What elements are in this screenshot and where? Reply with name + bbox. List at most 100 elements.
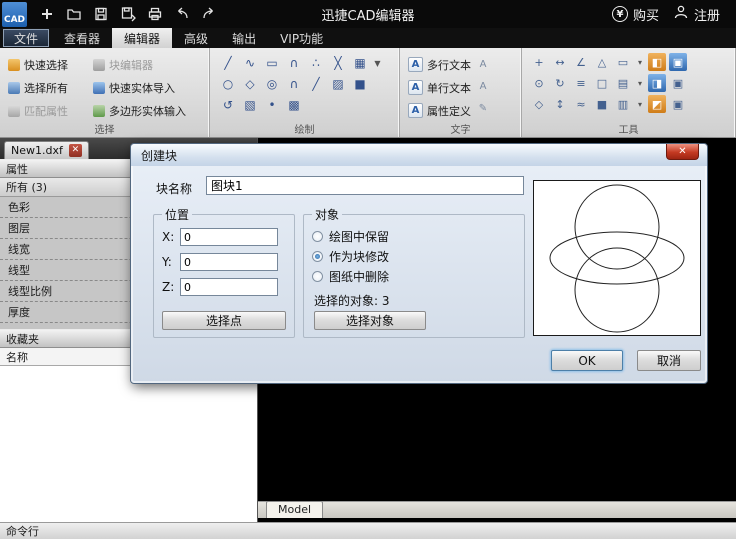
- menubar: 文件 查看器 编辑器 高级 输出 VIP功能: [0, 28, 736, 48]
- multiline-text-button[interactable]: A 多行文本: [408, 53, 471, 76]
- image-icon[interactable]: ▩: [284, 95, 304, 115]
- tool-icon[interactable]: ⊙: [530, 74, 548, 92]
- rectangle-icon[interactable]: ▭: [262, 53, 282, 73]
- singleline-text-icon: A: [408, 80, 423, 95]
- tool-icon[interactable]: ◇: [530, 95, 548, 113]
- tool-colored-icon[interactable]: ◧: [648, 53, 666, 71]
- menu-tab-viewer[interactable]: 查看器: [52, 28, 112, 48]
- tool-icon[interactable]: ▥: [614, 95, 632, 113]
- polygon-entity-input-button[interactable]: 多边形实体输入: [93, 103, 203, 119]
- model-tab[interactable]: Model: [266, 501, 323, 518]
- z-input[interactable]: [180, 278, 278, 296]
- print-button[interactable]: [143, 2, 167, 26]
- new-file-button[interactable]: [35, 2, 59, 26]
- gradient-icon[interactable]: ▧: [240, 95, 260, 115]
- spline-icon[interactable]: ∿: [240, 53, 260, 73]
- radio-convert-to-block[interactable]: 作为块修改: [312, 248, 516, 265]
- dialog-titlebar[interactable]: 创建块 ✕: [131, 144, 707, 166]
- tool-icon[interactable]: ■: [593, 95, 611, 113]
- register-button[interactable]: 注册: [673, 4, 720, 24]
- line-icon[interactable]: ╱: [218, 53, 238, 73]
- ray-icon[interactable]: ╱: [306, 74, 326, 94]
- tool-dropdown-icon[interactable]: ▾: [635, 74, 645, 92]
- menu-tab-editor[interactable]: 编辑器: [112, 28, 172, 48]
- block-editor-button[interactable]: 块编辑器: [93, 57, 203, 73]
- ok-button[interactable]: OK: [551, 350, 623, 371]
- block-name-input[interactable]: [206, 176, 524, 195]
- radio-selected-icon: [312, 251, 323, 262]
- point-icon[interactable]: ∴: [306, 53, 326, 73]
- tab-close-icon[interactable]: ✕: [69, 144, 82, 157]
- menu-tab-vip[interactable]: VIP功能: [268, 28, 335, 48]
- x-input[interactable]: [180, 228, 278, 246]
- arc-icon[interactable]: ∩: [284, 53, 304, 73]
- menu-tab-output[interactable]: 输出: [220, 28, 268, 48]
- region-icon[interactable]: ■: [350, 74, 370, 94]
- arc-3point-icon[interactable]: ∩: [284, 74, 304, 94]
- tool-icon[interactable]: □: [593, 74, 611, 92]
- donut-icon[interactable]: ◎: [262, 74, 282, 94]
- hatch-icon[interactable]: ▦: [350, 53, 370, 73]
- revision-cloud-icon[interactable]: ↺: [218, 95, 238, 115]
- tool-colored-icon[interactable]: ▣: [669, 53, 687, 71]
- select-all-button[interactable]: 选择所有: [8, 80, 85, 96]
- tool-colored-icon[interactable]: ◨: [648, 74, 666, 92]
- command-line[interactable]: 命令行: [0, 522, 736, 539]
- radio-keep-in-drawing[interactable]: 绘图中保留: [312, 228, 516, 245]
- text-style-icon[interactable]: A: [475, 56, 491, 72]
- save-button[interactable]: [89, 2, 113, 26]
- quick-entity-import-button[interactable]: 快速实体导入: [93, 80, 203, 96]
- text-scale-icon[interactable]: A: [475, 78, 491, 94]
- tool-icon[interactable]: ▣: [669, 95, 687, 113]
- quick-select-button[interactable]: 快速选择: [8, 57, 85, 73]
- draw-more-dropdown-icon[interactable]: ▼: [372, 53, 383, 73]
- selected-objects-count: 选择的对象: 3: [314, 292, 516, 309]
- position-group: 位置 X: Y: Z: 选择点: [153, 206, 295, 338]
- pick-point-button[interactable]: 选择点: [162, 311, 286, 330]
- tool-icon[interactable]: ↻: [551, 74, 569, 92]
- dialog-close-button[interactable]: ✕: [666, 144, 699, 160]
- construction-line-icon[interactable]: ╳: [328, 53, 348, 73]
- tool-icon[interactable]: △: [593, 53, 611, 71]
- save-as-button[interactable]: [116, 2, 140, 26]
- open-file-button[interactable]: [62, 2, 86, 26]
- tool-icon[interactable]: ∠: [572, 53, 590, 71]
- radio-delete-from-drawing[interactable]: 图纸中删除: [312, 268, 516, 285]
- preview-drawing: [534, 181, 700, 335]
- tool-icon[interactable]: +: [530, 53, 548, 71]
- redo-icon: [201, 6, 217, 22]
- tool-icon[interactable]: ▤: [614, 74, 632, 92]
- tool-icon[interactable]: ≈: [572, 95, 590, 113]
- select-all-icon: [8, 82, 20, 94]
- favorites-list[interactable]: [0, 366, 257, 522]
- buy-button[interactable]: ¥ 购买: [612, 5, 659, 24]
- cancel-button[interactable]: 取消: [637, 350, 701, 371]
- singleline-text-button[interactable]: A 单行文本: [408, 76, 471, 99]
- tool-icon[interactable]: ≡: [572, 74, 590, 92]
- quick-select-icon: [8, 59, 20, 71]
- tool-icon[interactable]: ▭: [614, 53, 632, 71]
- tool-icon[interactable]: ▣: [669, 74, 687, 92]
- attribute-define-button[interactable]: A 属性定义: [408, 99, 471, 122]
- tool-dropdown-icon[interactable]: ▾: [635, 95, 645, 113]
- undo-button[interactable]: [170, 2, 194, 26]
- match-properties-button[interactable]: 匹配属性: [8, 103, 85, 119]
- register-label: 注册: [694, 5, 720, 24]
- tool-dropdown-icon[interactable]: ▾: [635, 53, 645, 71]
- menu-tab-advanced[interactable]: 高级: [172, 28, 220, 48]
- edit-text-icon[interactable]: ✎: [475, 100, 491, 116]
- y-input[interactable]: [180, 253, 278, 271]
- hatch-pattern-icon[interactable]: ▨: [328, 74, 348, 94]
- select-objects-button[interactable]: 选择对象: [314, 311, 426, 330]
- document-tab[interactable]: New1.dxf ✕: [4, 141, 89, 159]
- polygon-icon[interactable]: ◇: [240, 74, 260, 94]
- menu-tab-file[interactable]: 文件: [3, 29, 49, 47]
- open-folder-icon: [66, 6, 82, 22]
- tool-icon[interactable]: ↔: [551, 53, 569, 71]
- tool-colored-icon[interactable]: ◩: [648, 95, 666, 113]
- redo-button[interactable]: [197, 2, 221, 26]
- ribbon-group-text: A 多行文本 A 单行文本 A 属性定义 A A ✎ 文字: [400, 48, 522, 137]
- circle-icon[interactable]: ○: [218, 74, 238, 94]
- point-style-icon[interactable]: •: [262, 95, 282, 115]
- tool-icon[interactable]: ↕: [551, 95, 569, 113]
